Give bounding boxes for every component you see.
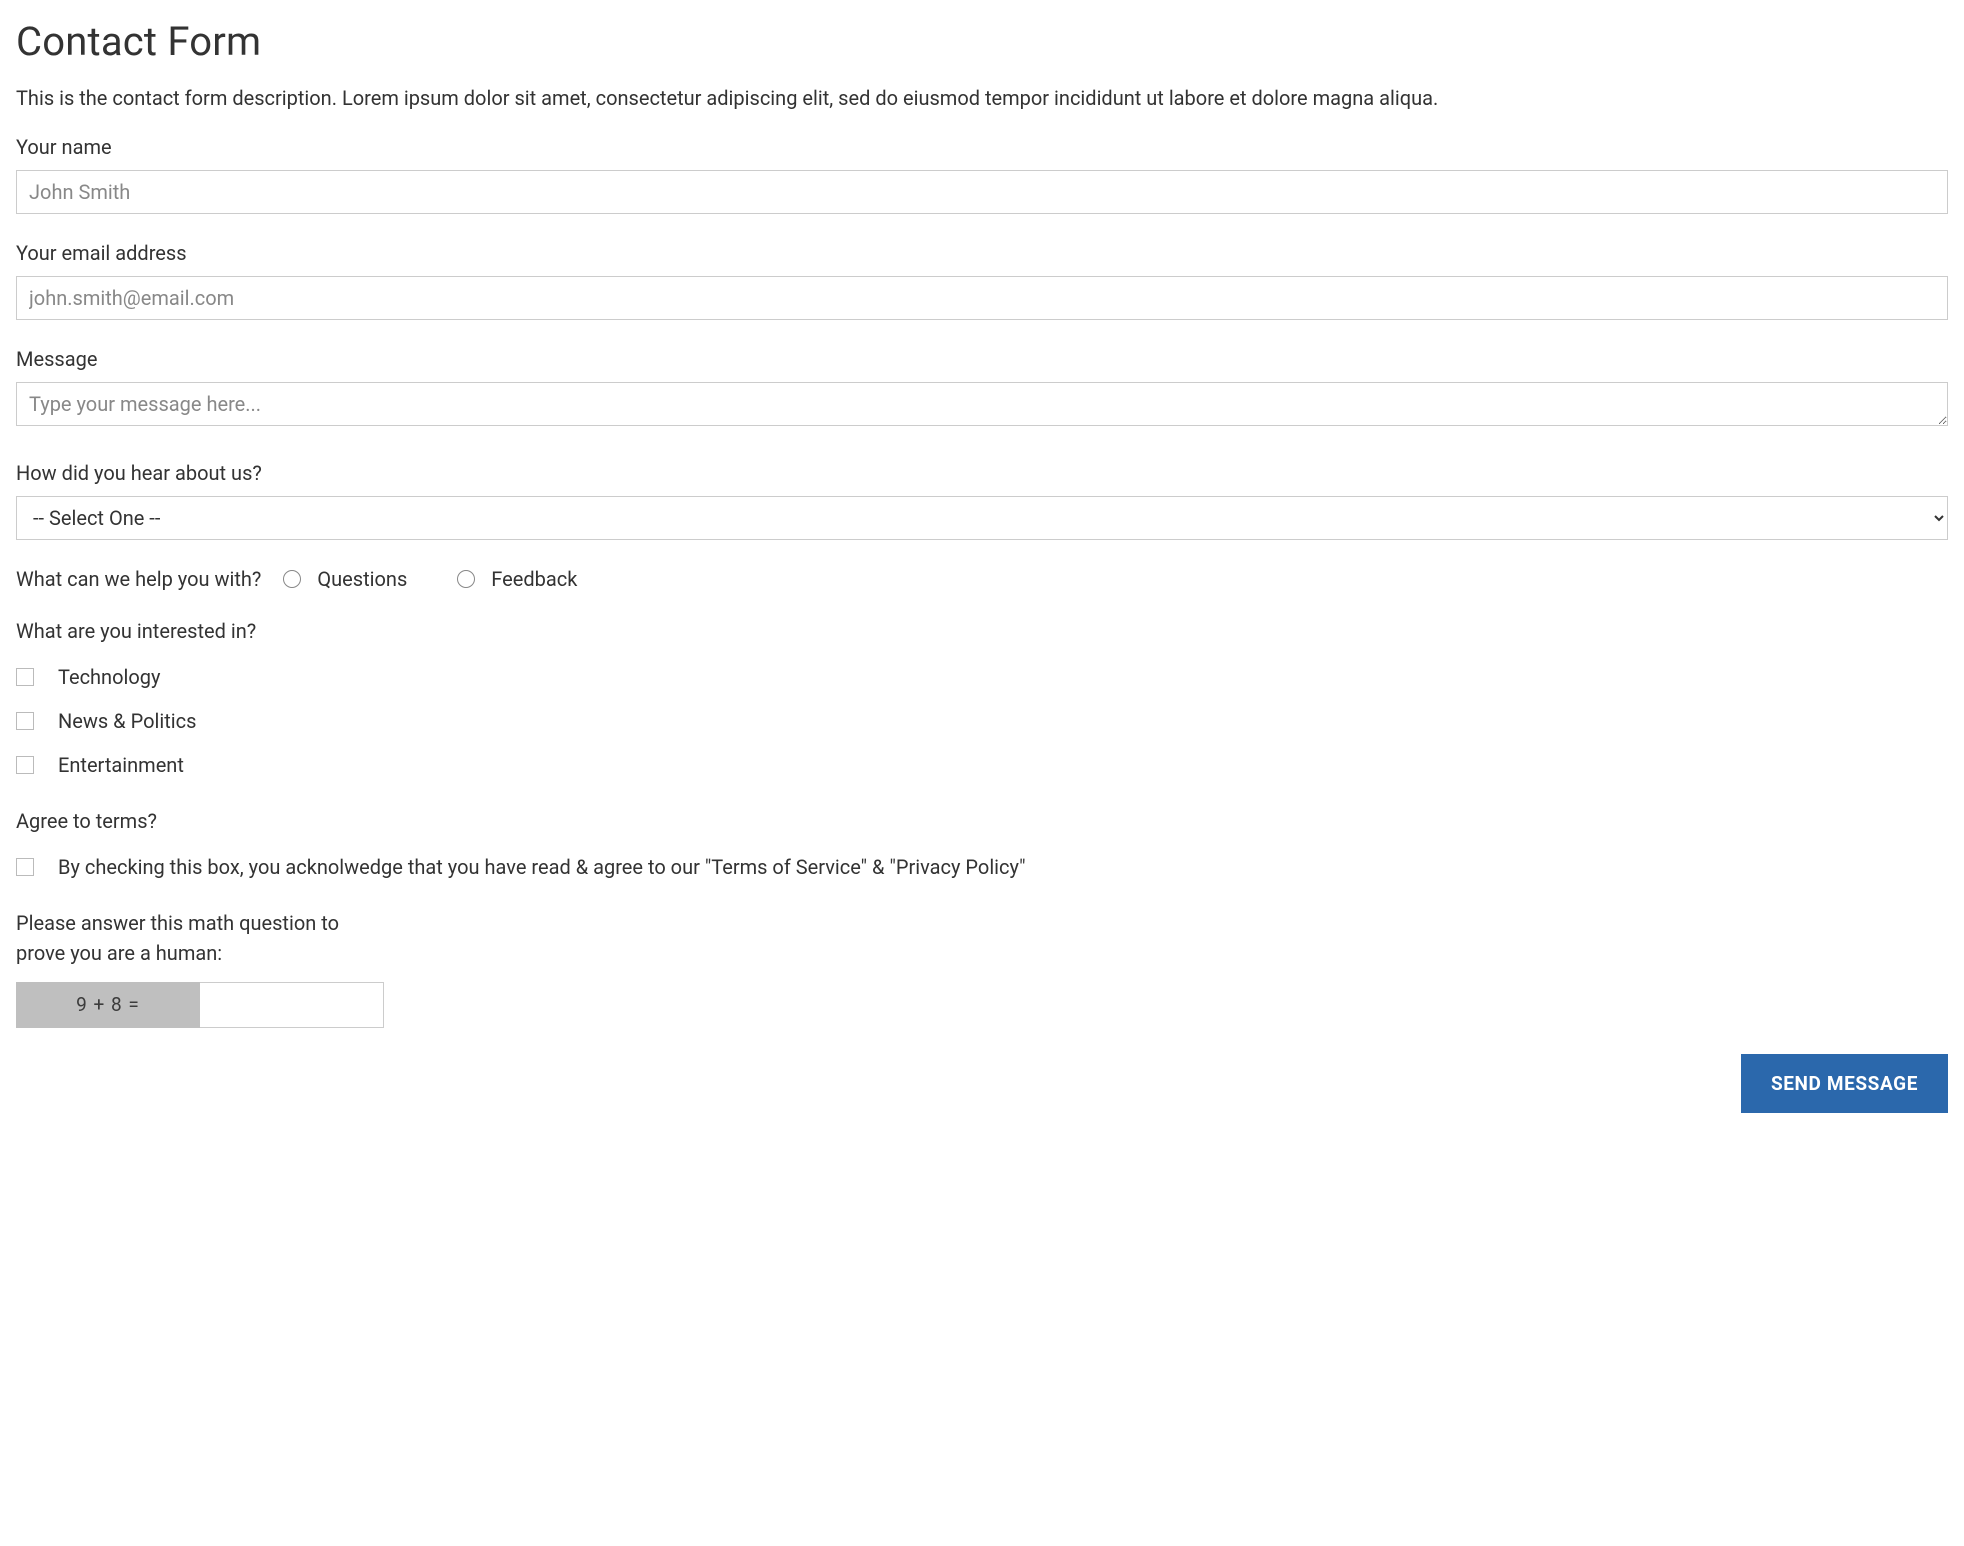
checkbox-row-news-politics[interactable]: News & Politics xyxy=(16,706,1948,736)
radio-option-questions[interactable]: Questions xyxy=(283,564,407,594)
name-label: Your name xyxy=(16,132,1948,162)
radio-questions-label: Questions xyxy=(317,564,407,594)
field-group-name: Your name xyxy=(16,132,1948,214)
checkbox-row-terms[interactable]: By checking this box, you acknolwedge th… xyxy=(16,852,1948,882)
name-input[interactable] xyxy=(16,170,1948,214)
checkbox-news-politics-label: News & Politics xyxy=(58,706,196,736)
radio-questions[interactable] xyxy=(283,570,301,588)
checkbox-terms-label: By checking this box, you acknolwedge th… xyxy=(58,852,1026,882)
help-with-label: What can we help you with? xyxy=(16,564,261,594)
radio-feedback[interactable] xyxy=(457,570,475,588)
help-with-row: What can we help you with? Questions Fee… xyxy=(16,564,1948,594)
radio-option-feedback[interactable]: Feedback xyxy=(457,564,577,594)
field-group-message: Message xyxy=(16,344,1948,434)
checkbox-terms[interactable] xyxy=(16,858,34,876)
page-title: Contact Form xyxy=(16,12,1948,72)
checkbox-entertainment-label: Entertainment xyxy=(58,750,184,780)
captcha-section: Please answer this math question to prov… xyxy=(16,908,1948,1028)
checkbox-technology-label: Technology xyxy=(58,662,160,692)
field-group-email: Your email address xyxy=(16,238,1948,320)
captcha-input[interactable] xyxy=(200,982,384,1028)
terms-section: Agree to terms? By checking this box, yo… xyxy=(16,806,1948,882)
button-row: SEND MESSAGE xyxy=(16,1054,1948,1113)
interests-label: What are you interested in? xyxy=(16,616,1948,646)
interests-section: What are you interested in? Technology N… xyxy=(16,616,1948,780)
checkbox-entertainment[interactable] xyxy=(16,756,34,774)
message-label: Message xyxy=(16,344,1948,374)
checkbox-row-entertainment[interactable]: Entertainment xyxy=(16,750,1948,780)
form-description: This is the contact form description. Lo… xyxy=(16,82,1948,114)
hear-about-select[interactable]: -- Select One -- xyxy=(16,496,1948,540)
checkbox-row-technology[interactable]: Technology xyxy=(16,662,1948,692)
checkbox-news-politics[interactable] xyxy=(16,712,34,730)
message-textarea[interactable] xyxy=(16,382,1948,426)
captcha-label: Please answer this math question to prov… xyxy=(16,908,356,968)
send-message-button[interactable]: SEND MESSAGE xyxy=(1741,1054,1948,1113)
captcha-question: 9 + 8 = xyxy=(16,982,200,1028)
terms-label: Agree to terms? xyxy=(16,806,1948,836)
email-input[interactable] xyxy=(16,276,1948,320)
radio-feedback-label: Feedback xyxy=(491,564,577,594)
checkbox-technology[interactable] xyxy=(16,668,34,686)
hear-about-label: How did you hear about us? xyxy=(16,458,1948,488)
field-group-hear-about: How did you hear about us? -- Select One… xyxy=(16,458,1948,540)
captcha-row: 9 + 8 = xyxy=(16,982,1948,1028)
email-label: Your email address xyxy=(16,238,1948,268)
